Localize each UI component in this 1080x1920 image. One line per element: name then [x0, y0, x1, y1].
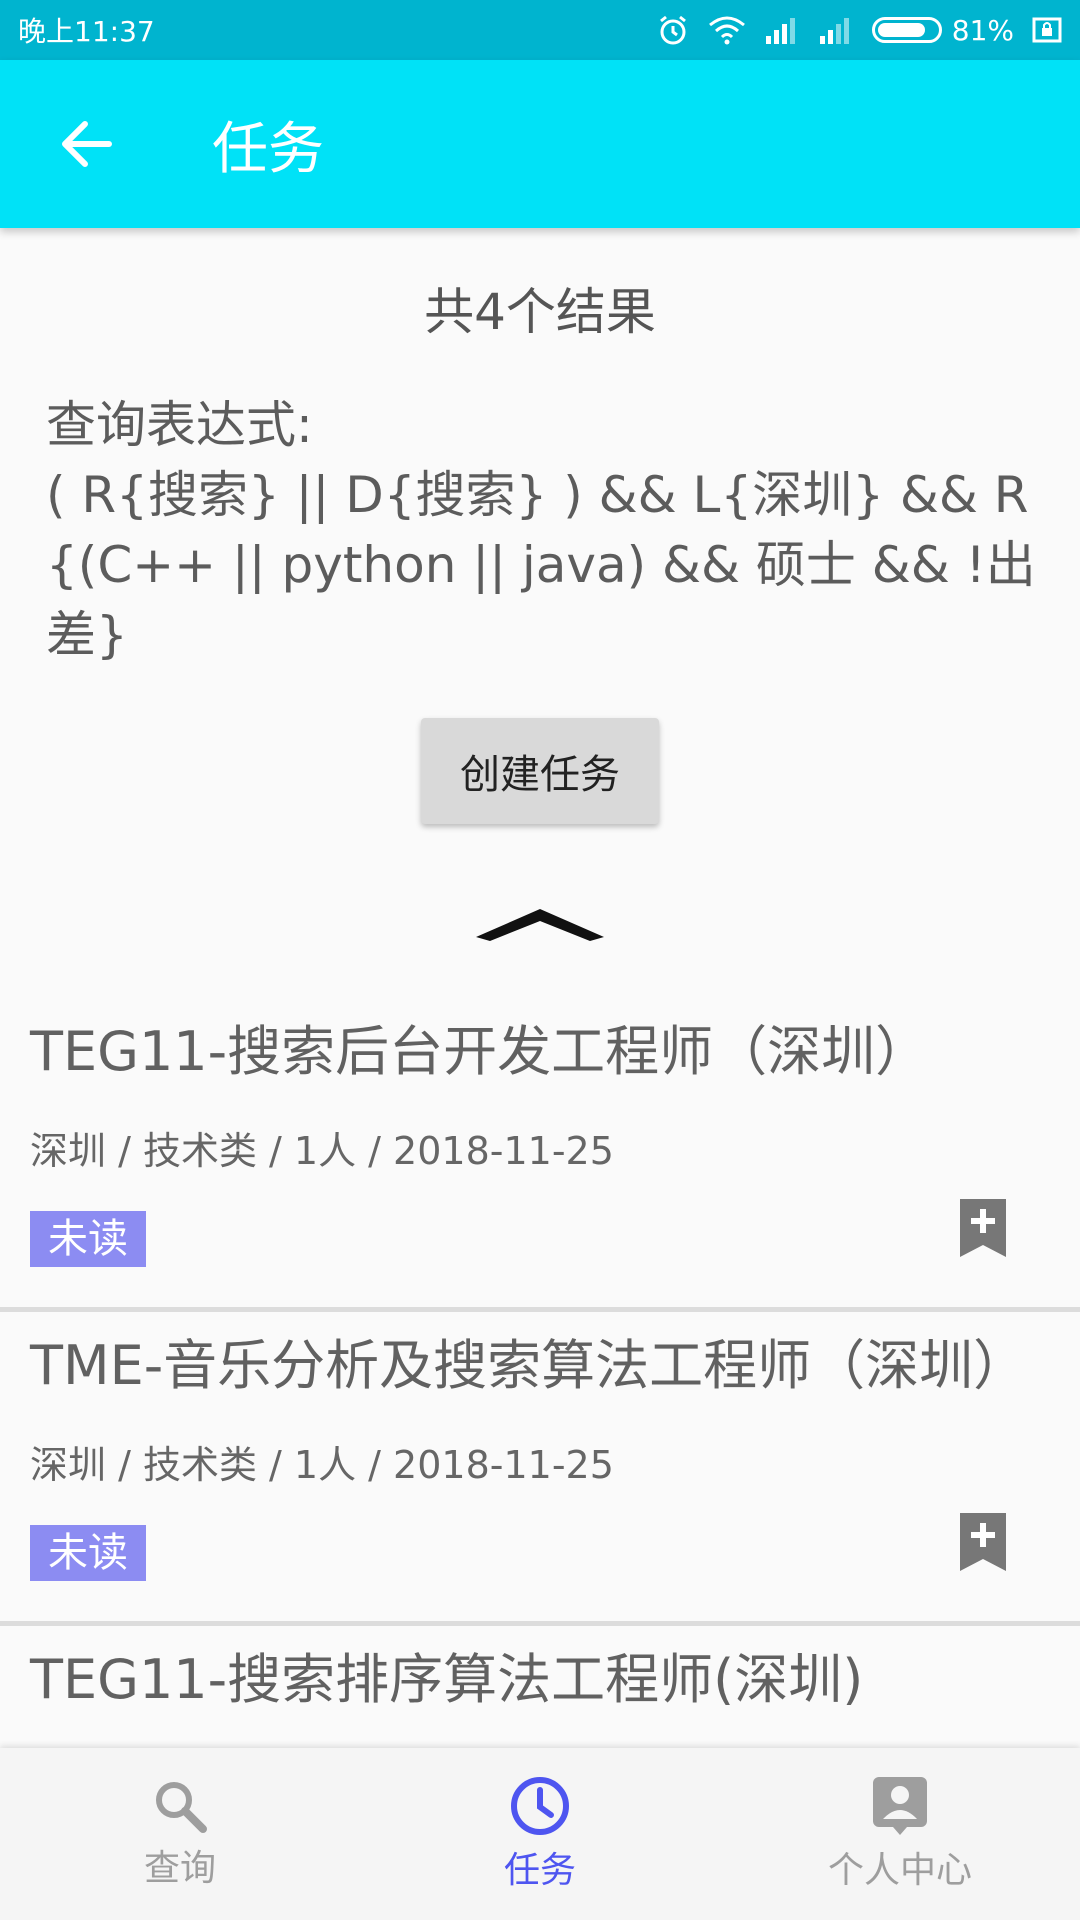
screen-lock-icon — [1032, 17, 1062, 43]
chevron-up-icon — [476, 909, 604, 941]
create-task-button[interactable]: 创建任务 — [421, 718, 659, 824]
status-bar: 晚上11:37 81% — [0, 0, 1080, 60]
person-icon — [873, 1777, 927, 1835]
job-footer: 未读 — [30, 1197, 1050, 1307]
query-label: 查询表达式: — [46, 396, 313, 454]
job-meta: 深圳 / 技术类 / 1人 / 2018-11-25 — [30, 1129, 614, 1173]
bookmark-add-icon[interactable] — [958, 1511, 1008, 1573]
unread-badge: 未读 — [30, 1211, 146, 1267]
unread-badge: 未读 — [30, 1525, 146, 1581]
alarm-icon — [659, 15, 686, 45]
job-title: TEG11-搜索排序算法工程师(深圳) — [30, 1648, 864, 1711]
signal-icon — [765, 18, 795, 44]
collapse-toggle[interactable] — [470, 884, 610, 964]
nav-label-search: 查询 — [143, 1848, 216, 1889]
signal-icon-2 — [819, 18, 849, 44]
content-area[interactable]: 共4个结果 查询表达式: ( R{搜索} || D{搜索} ) && L{深圳}… — [0, 228, 1080, 1748]
battery-indicator: 81% — [871, 13, 1014, 47]
query-expression-block: 查询表达式: ( R{搜索} || D{搜索} ) && L{深圳} && R{… — [46, 390, 1056, 670]
back-button[interactable] — [44, 102, 128, 186]
job-list: TEG11-搜索后台开发工程师（深圳） 深圳 / 技术类 / 1人 / 2018… — [0, 998, 1080, 1712]
job-card[interactable]: TEG11-搜索后台开发工程师（深圳） 深圳 / 技术类 / 1人 / 2018… — [0, 998, 1080, 1312]
battery-fill — [877, 23, 925, 37]
status-time: 晚上11:37 — [18, 15, 155, 48]
job-meta: 深圳 / 技术类 / 1人 / 2018-11-25 — [30, 1443, 614, 1487]
query-expression: ( R{搜索} || D{搜索} ) && L{深圳} && R{(C++ ||… — [46, 466, 1036, 664]
job-footer: 未读 — [30, 1511, 1050, 1621]
job-title: TME-音乐分析及搜索算法工程师（深圳） — [30, 1334, 1028, 1397]
job-card[interactable]: TEG11-搜索排序算法工程师(深圳) — [0, 1626, 1080, 1712]
app-bar: 任务 — [0, 60, 1080, 228]
result-count: 共4个结果 — [424, 283, 656, 341]
wifi-icon — [708, 16, 745, 45]
job-card[interactable]: TME-音乐分析及搜索算法工程师（深圳） 深圳 / 技术类 / 1人 / 201… — [0, 1312, 1080, 1626]
nav-item-tasks[interactable]: 任务 — [360, 1748, 720, 1920]
battery-percent: 81% — [951, 13, 1014, 47]
page-title: 任务 — [212, 116, 324, 182]
bottom-navigation: 查询 任务 个人中心 — [0, 1748, 1080, 1920]
bookmark-add-icon[interactable] — [958, 1197, 1008, 1259]
nav-label-tasks: 任务 — [503, 1850, 576, 1891]
job-title: TEG11-搜索后台开发工程师（深圳） — [30, 1020, 930, 1083]
clock-icon — [511, 1777, 569, 1835]
arrow-back-icon — [62, 121, 112, 167]
battery-icon — [871, 17, 942, 43]
nav-item-profile[interactable]: 个人中心 — [720, 1748, 1080, 1920]
nav-label-profile: 个人中心 — [827, 1850, 972, 1891]
status-icons: 81% — [656, 13, 1062, 47]
search-icon — [156, 1782, 207, 1833]
nav-item-search[interactable]: 查询 — [0, 1748, 360, 1920]
